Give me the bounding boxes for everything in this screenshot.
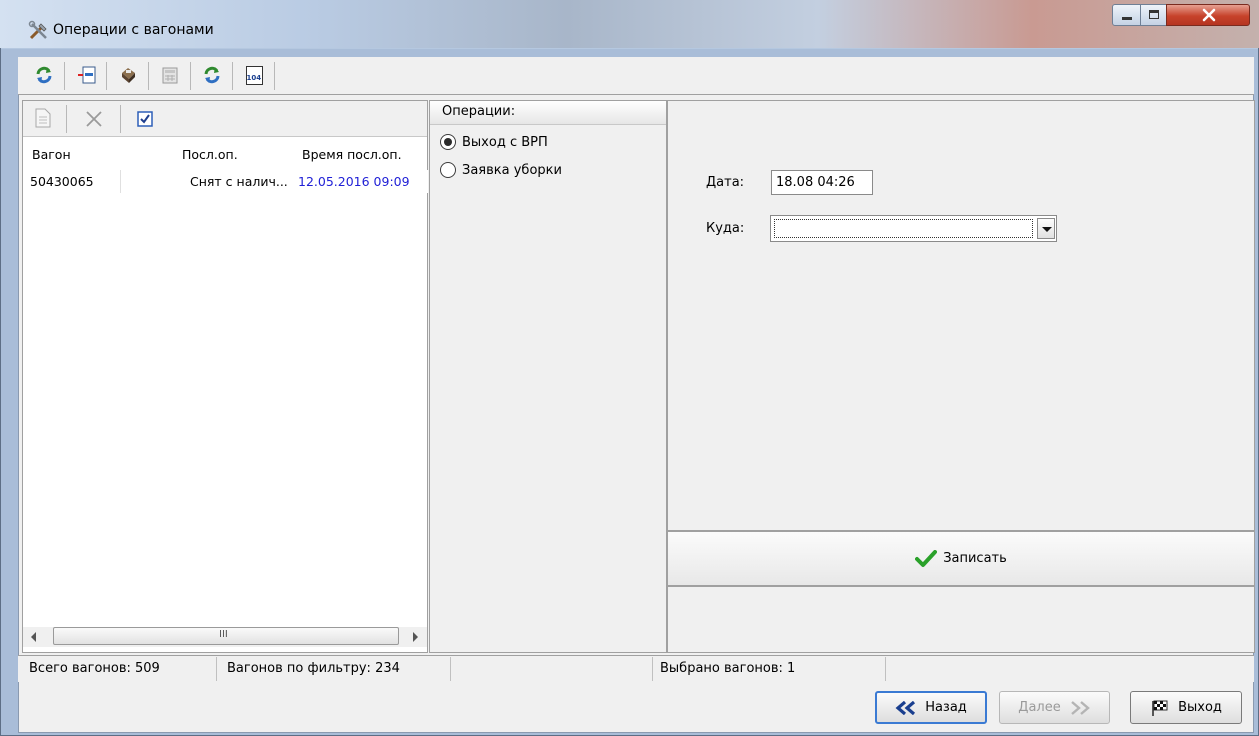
destination-label: Куда:: [706, 221, 745, 236]
double-chevron-left-icon: [895, 700, 916, 715]
radio-button-selected[interactable]: [440, 134, 456, 150]
lower-right-panel: [667, 586, 1255, 653]
checkered-flag-icon: [1152, 700, 1168, 716]
radio-button[interactable]: [440, 162, 456, 178]
close-button[interactable]: [1166, 4, 1250, 26]
status-total: Всего вагонов: 509: [29, 661, 160, 676]
operations-header-label: Операции:: [442, 104, 516, 119]
radio-label: Выход с ВРП: [462, 134, 548, 150]
maximize-icon: [1149, 10, 1159, 19]
cell-last-op: Снят с налич...: [190, 174, 288, 189]
import-icon: [78, 66, 96, 84]
status-filtered: Вагонов по фильтру: 234: [227, 661, 400, 676]
form-104-icon: 104: [245, 65, 263, 85]
cell-divider: [120, 170, 121, 193]
cell-wagon: 50430065: [30, 174, 94, 189]
checkmark-icon: [915, 549, 938, 567]
back-button[interactable]: Назад: [875, 691, 987, 724]
next-label: Далее: [1018, 700, 1061, 715]
window-title: Операции с вагонами: [53, 22, 214, 38]
checkbox-icon: [137, 111, 153, 127]
save-label: Записать: [943, 551, 1007, 566]
maximize-button[interactable]: [1140, 4, 1167, 26]
column-header-last-op[interactable]: Посл.оп.: [182, 147, 238, 162]
date-field[interactable]: [771, 170, 873, 195]
exit-label: Выход: [1178, 700, 1222, 715]
cell-last-op-time: 12.05.2016 09:09: [298, 174, 410, 189]
new-document-button[interactable]: [35, 108, 51, 131]
import-button[interactable]: [75, 64, 99, 86]
chevron-down-icon: [1042, 227, 1052, 232]
refresh-button[interactable]: [32, 64, 56, 86]
form-104-label: 104: [246, 73, 262, 82]
scroll-grip: III: [219, 629, 228, 640]
dropdown-button[interactable]: [1037, 218, 1055, 239]
select-all-button[interactable]: [137, 111, 153, 130]
tools-icon: [28, 20, 50, 42]
destination-dropdown[interactable]: [770, 215, 1057, 242]
toolbar-separator: [274, 62, 275, 90]
column-header-wagon[interactable]: Вагон: [32, 147, 71, 162]
double-chevron-right-icon: [1070, 700, 1090, 715]
list-toolbar: [23, 101, 427, 137]
calculator-button[interactable]: [158, 64, 182, 86]
radio-option-cleanup-request[interactable]: Заявка уборки: [440, 162, 562, 178]
form-104-button[interactable]: 104: [242, 64, 266, 86]
status-separator: [885, 657, 886, 681]
delete-icon: [86, 111, 102, 127]
status-bar: [18, 655, 1254, 682]
toolbar-separator: [64, 62, 65, 90]
status-selected: Выбрано вагонов: 1: [660, 661, 796, 676]
toolbar-separator: [120, 105, 121, 133]
refresh-icon: [36, 66, 52, 84]
back-label: Назад: [925, 700, 967, 715]
scrollbar-thumb[interactable]: III: [53, 627, 399, 645]
minimize-button[interactable]: [1112, 4, 1141, 26]
next-button[interactable]: Далее: [999, 691, 1110, 724]
operations-header: Операции:: [430, 101, 666, 125]
close-icon: [1202, 8, 1216, 22]
status-separator: [652, 657, 653, 681]
toolbar-separator: [148, 62, 149, 90]
operation-form-panel: [667, 100, 1255, 531]
print-button[interactable]: [116, 64, 140, 86]
toolbar-separator: [66, 105, 67, 133]
toolbar-separator: [232, 62, 233, 90]
radio-option-exit-vrp[interactable]: Выход с ВРП: [440, 134, 548, 150]
scroll-left-icon[interactable]: [31, 632, 36, 642]
column-header-last-op-time[interactable]: Время посл.оп.: [302, 147, 402, 162]
minimize-icon: [1122, 17, 1132, 20]
status-separator: [450, 657, 451, 681]
delete-button[interactable]: [85, 110, 103, 131]
document-icon: [35, 108, 51, 128]
scroll-right-icon[interactable]: [413, 632, 418, 642]
destination-value: [774, 219, 1033, 238]
toolbar-separator: [106, 62, 107, 90]
radio-label: Заявка уборки: [462, 162, 562, 178]
refresh-all-button[interactable]: [200, 64, 224, 86]
status-separator: [216, 657, 217, 681]
exit-button[interactable]: Выход: [1130, 691, 1242, 724]
date-label: Дата:: [706, 175, 745, 190]
calculator-icon: [162, 67, 178, 84]
operations-panel: [429, 100, 667, 653]
refresh-icon: [204, 66, 220, 84]
save-button[interactable]: Записать: [667, 531, 1255, 586]
toolbar-separator: [190, 62, 191, 90]
print-icon: [122, 68, 135, 83]
